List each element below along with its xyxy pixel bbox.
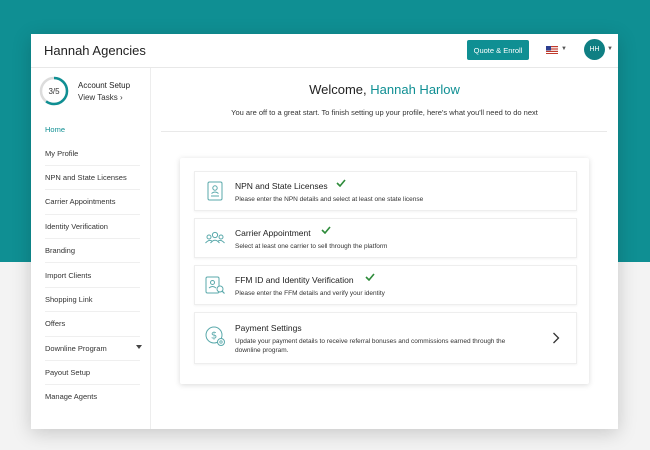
sidebar-item-offers[interactable]: Offers	[45, 312, 140, 337]
task-title: Payment Settings	[235, 323, 302, 333]
sidebar-item-shopping-link[interactable]: Shopping Link	[45, 288, 140, 313]
app-window: Hannah Agencies Quote & Enroll ▼ HH ▼ 3/…	[31, 34, 618, 429]
task-description: Update your payment details to receive r…	[235, 338, 506, 354]
group-people-icon	[205, 231, 225, 244]
sidebar-item-my-profile[interactable]: My Profile	[45, 141, 140, 166]
sidebar-item-identity-verification[interactable]: Identity Verification	[45, 215, 140, 239]
task-ffm-identity-verification[interactable]: FFM ID and Identity Verification Please …	[194, 265, 577, 305]
checkmark-icon	[321, 226, 331, 234]
us-flag-icon[interactable]	[546, 46, 558, 54]
task-title: NPN and State Licenses	[235, 181, 328, 191]
task-title: Carrier Appointment	[235, 228, 311, 238]
sidebar-item-downline-program[interactable]: Downline Program	[45, 337, 142, 361]
view-tasks-link[interactable]: View Tasks ›	[78, 93, 123, 102]
welcome-prefix: Welcome,	[309, 82, 367, 97]
account-chevron-down-icon[interactable]: ▼	[607, 46, 613, 52]
sidebar-item-label: Downline Program	[45, 343, 107, 353]
license-card-icon	[207, 181, 223, 201]
chevron-right-icon[interactable]	[552, 332, 560, 344]
sidebar-item-carrier-appointments[interactable]: Carrier Appointments	[45, 190, 140, 215]
task-carrier-appointment[interactable]: Carrier Appointment Select at least one …	[194, 218, 577, 258]
task-title: FFM ID and Identity Verification	[235, 275, 354, 285]
welcome-heading: Welcome, Hannah Harlow	[151, 82, 618, 97]
sidebar-item-import-clients[interactable]: Import Clients	[45, 263, 140, 288]
svg-text:$: $	[211, 331, 217, 342]
task-npn-state-licenses[interactable]: NPN and State Licenses Please enter the …	[194, 171, 577, 211]
sidebar-item-branding[interactable]: Branding	[45, 239, 140, 264]
sidebar-item-npn-state-licenses[interactable]: NPN and State Licenses	[45, 166, 140, 191]
sidebar-item-manage-agents[interactable]: Manage Agents	[45, 385, 140, 408]
top-header: Hannah Agencies Quote & Enroll ▼ HH ▼	[31, 34, 618, 68]
task-description: Please enter the FFM details and verify …	[235, 290, 385, 297]
id-search-icon	[205, 276, 225, 294]
divider	[161, 131, 607, 132]
brand-name: Hannah Agencies	[44, 43, 146, 58]
account-setup-title: Account Setup	[78, 81, 131, 90]
welcome-user-name: Hannah Harlow	[370, 82, 460, 97]
sidebar: 3/5 Account Setup View Tasks › Home My P…	[31, 68, 151, 429]
welcome-subtitle: You are off to a great start. To finish …	[231, 108, 538, 117]
checkmark-icon	[336, 179, 346, 187]
payment-settings-icon: $	[205, 326, 225, 346]
setup-progress-count: 3/5	[48, 86, 60, 96]
main-content: Welcome, Hannah Harlow You are off to a …	[151, 68, 618, 429]
sidebar-item-home[interactable]: Home	[45, 118, 140, 141]
sidebar-nav: Home My Profile NPN and State Licenses C…	[45, 118, 142, 409]
sidebar-item-payout-setup[interactable]: Payout Setup	[45, 361, 140, 386]
language-chevron-down-icon[interactable]: ▼	[561, 46, 567, 52]
checkmark-icon	[365, 273, 375, 281]
task-description: Select at least one carrier to sell thro…	[235, 243, 388, 250]
task-description: Please enter the NPN details and select …	[235, 196, 424, 203]
task-payment-settings[interactable]: $ Payment Settings Update your payment d…	[194, 312, 577, 364]
quote-enroll-button[interactable]: Quote & Enroll	[467, 40, 529, 60]
caret-down-icon	[136, 344, 142, 349]
avatar[interactable]: HH	[584, 39, 605, 60]
setup-tasks-panel: NPN and State Licenses Please enter the …	[180, 158, 589, 384]
